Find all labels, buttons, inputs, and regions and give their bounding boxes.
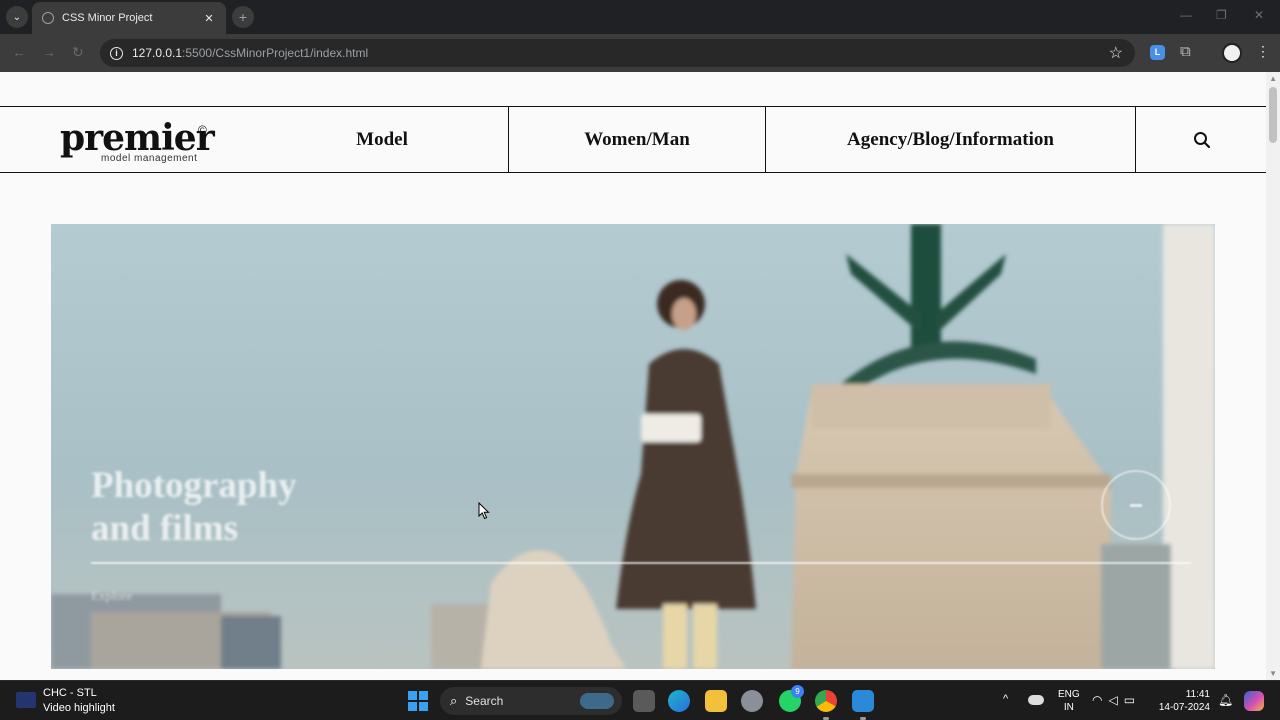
taskbar-search[interactable]: ⌕ Search xyxy=(440,687,622,715)
taskbar-search-label: Search xyxy=(465,694,504,708)
minimize-icon[interactable]: — xyxy=(1180,8,1192,22)
widget-title[interactable]: CHC - STL xyxy=(43,687,97,699)
star-icon[interactable]: ☆ xyxy=(1109,43,1123,63)
scroll-up-arrow-icon[interactable]: ▲ xyxy=(1269,74,1277,83)
hero-photo xyxy=(51,224,1215,669)
system-clock[interactable]: 11:41 14-07-2024 xyxy=(1158,688,1210,714)
hero-progress-line xyxy=(91,562,1191,564)
clock-date: 14-07-2024 xyxy=(1158,702,1210,713)
nav-agency-blog-information[interactable]: Agency/Blog/Information xyxy=(766,107,1135,173)
scroll-down-arrow-icon[interactable]: ▼ xyxy=(1269,669,1277,678)
whatsapp-badge: 9 xyxy=(791,685,804,698)
chrome-icon[interactable] xyxy=(815,690,837,712)
nav-divider xyxy=(1135,107,1136,173)
hero-banner: Photography and films Explore xyxy=(51,224,1215,669)
back-arrow-icon[interactable]: ← xyxy=(12,44,26,60)
hero-title: Photography and films xyxy=(91,464,297,550)
site-header: premier © model management Model Women/M… xyxy=(0,106,1266,173)
extension-icon[interactable]: L xyxy=(1150,45,1165,60)
nav-model[interactable]: Model xyxy=(256,107,508,173)
hero-circle-mark xyxy=(1130,504,1142,507)
browser-tab-strip: ⌄ CSS Minor Project ✕ + — ❐ ✕ xyxy=(0,0,1280,34)
scrollbar-thumb[interactable] xyxy=(1269,87,1277,143)
region-code: IN xyxy=(1063,702,1074,713)
windows-start-icon[interactable] xyxy=(408,691,428,711)
language-code: ENG xyxy=(1058,689,1080,700)
address-bar[interactable]: i 127.0.0.1:5500/CssMinorProject1/index.… xyxy=(100,39,1135,67)
extensions-puzzle-icon[interactable]: ⧉ xyxy=(1180,43,1191,60)
page-scrollbar[interactable]: ▲ ▼ xyxy=(1266,72,1280,680)
reload-icon[interactable]: ↻ xyxy=(72,44,84,61)
profile-avatar[interactable] xyxy=(1222,43,1242,63)
widget-subtitle[interactable]: Video highlight xyxy=(43,702,115,714)
search-icon[interactable] xyxy=(1193,131,1211,149)
settings-gear-icon[interactable] xyxy=(741,690,763,712)
browser-toolbar: ← → ↻ i 127.0.0.1:5500/CssMinorProject1/… xyxy=(0,34,1280,72)
windows-taskbar: CHC - STL Video highlight ⌕ Search 9 ^ E… xyxy=(0,680,1280,720)
hero-explore-link[interactable]: Explore xyxy=(91,588,132,604)
logo-copyright: © xyxy=(198,123,207,137)
mlb-icon[interactable] xyxy=(16,692,36,708)
tray-overflow-chevron-icon[interactable]: ^ xyxy=(1003,693,1008,705)
tab-title: CSS Minor Project xyxy=(62,12,153,24)
site-logo[interactable]: premier © model management xyxy=(60,117,215,164)
tab-search-button[interactable]: ⌄ xyxy=(6,6,28,28)
notification-bell-icon[interactable]: 🔔︎ xyxy=(1218,693,1233,707)
hero-title-line-1: Photography xyxy=(91,465,297,506)
clock-time: 11:41 xyxy=(1185,689,1210,700)
file-explorer-icon[interactable] xyxy=(705,690,727,712)
window-close-icon[interactable]: ✕ xyxy=(1254,8,1264,22)
info-icon[interactable]: i xyxy=(110,46,123,60)
close-icon[interactable]: ✕ xyxy=(202,12,216,25)
new-tab-button[interactable]: + xyxy=(232,6,254,28)
page-viewport: premier © model management Model Women/M… xyxy=(0,72,1280,680)
browser-tab[interactable]: CSS Minor Project ✕ xyxy=(32,2,226,34)
globe-icon xyxy=(42,12,54,24)
onedrive-cloud-icon[interactable] xyxy=(1028,695,1044,705)
forward-arrow-icon[interactable]: → xyxy=(42,44,56,60)
more-menu-icon[interactable]: ⋮ xyxy=(1256,43,1270,60)
edge-icon[interactable] xyxy=(668,690,690,712)
url-path: :5500/CssMinorProject1/index.html xyxy=(182,46,369,60)
maximize-icon[interactable]: ❐ xyxy=(1216,8,1227,22)
copilot-icon[interactable] xyxy=(1244,691,1264,711)
mouse-cursor-icon xyxy=(478,502,490,520)
search-highlight-icon xyxy=(580,693,614,709)
logo-tagline: model management xyxy=(101,153,198,164)
vscode-icon[interactable] xyxy=(852,690,874,712)
task-view-icon[interactable] xyxy=(633,690,655,712)
search-icon: ⌕ xyxy=(450,693,458,708)
url-host: 127.0.0.1 xyxy=(132,46,183,60)
wifi-volume-battery-icons[interactable]: ◠◁▭ xyxy=(1092,693,1141,707)
language-indicator[interactable]: ENG IN xyxy=(1058,688,1080,714)
logo-wordmark: premier xyxy=(60,117,215,159)
nav-women-man[interactable]: Women/Man xyxy=(509,107,765,173)
hero-title-line-2: and films xyxy=(91,508,239,549)
